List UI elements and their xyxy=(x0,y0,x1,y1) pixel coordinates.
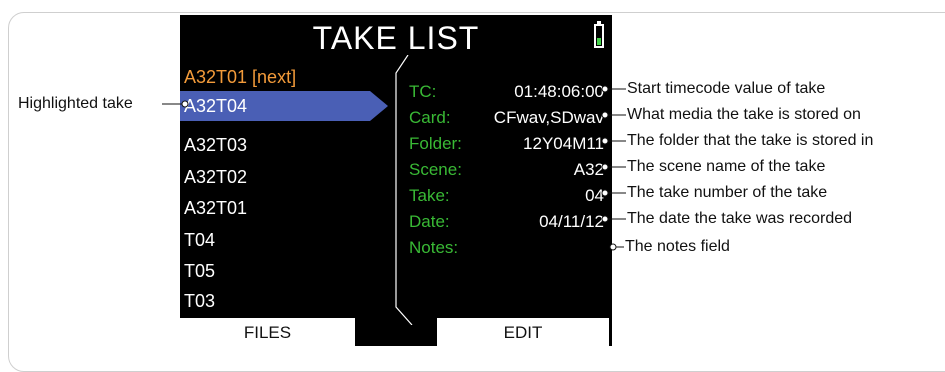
annotation-scene: The scene name of the take xyxy=(627,158,826,175)
annotation-card: What media the take is stored on xyxy=(627,106,861,123)
annotation-folder: The folder that the take is stored in xyxy=(627,132,874,149)
annotation-notes: The notes field xyxy=(625,238,730,255)
annotation-take: The take number of the take xyxy=(627,184,828,201)
annotation-tc: Start timecode value of take xyxy=(627,80,826,97)
annotation-highlighted-take: Highlighted take xyxy=(18,95,133,112)
annotation-date: The date the take was recorded xyxy=(627,210,853,227)
